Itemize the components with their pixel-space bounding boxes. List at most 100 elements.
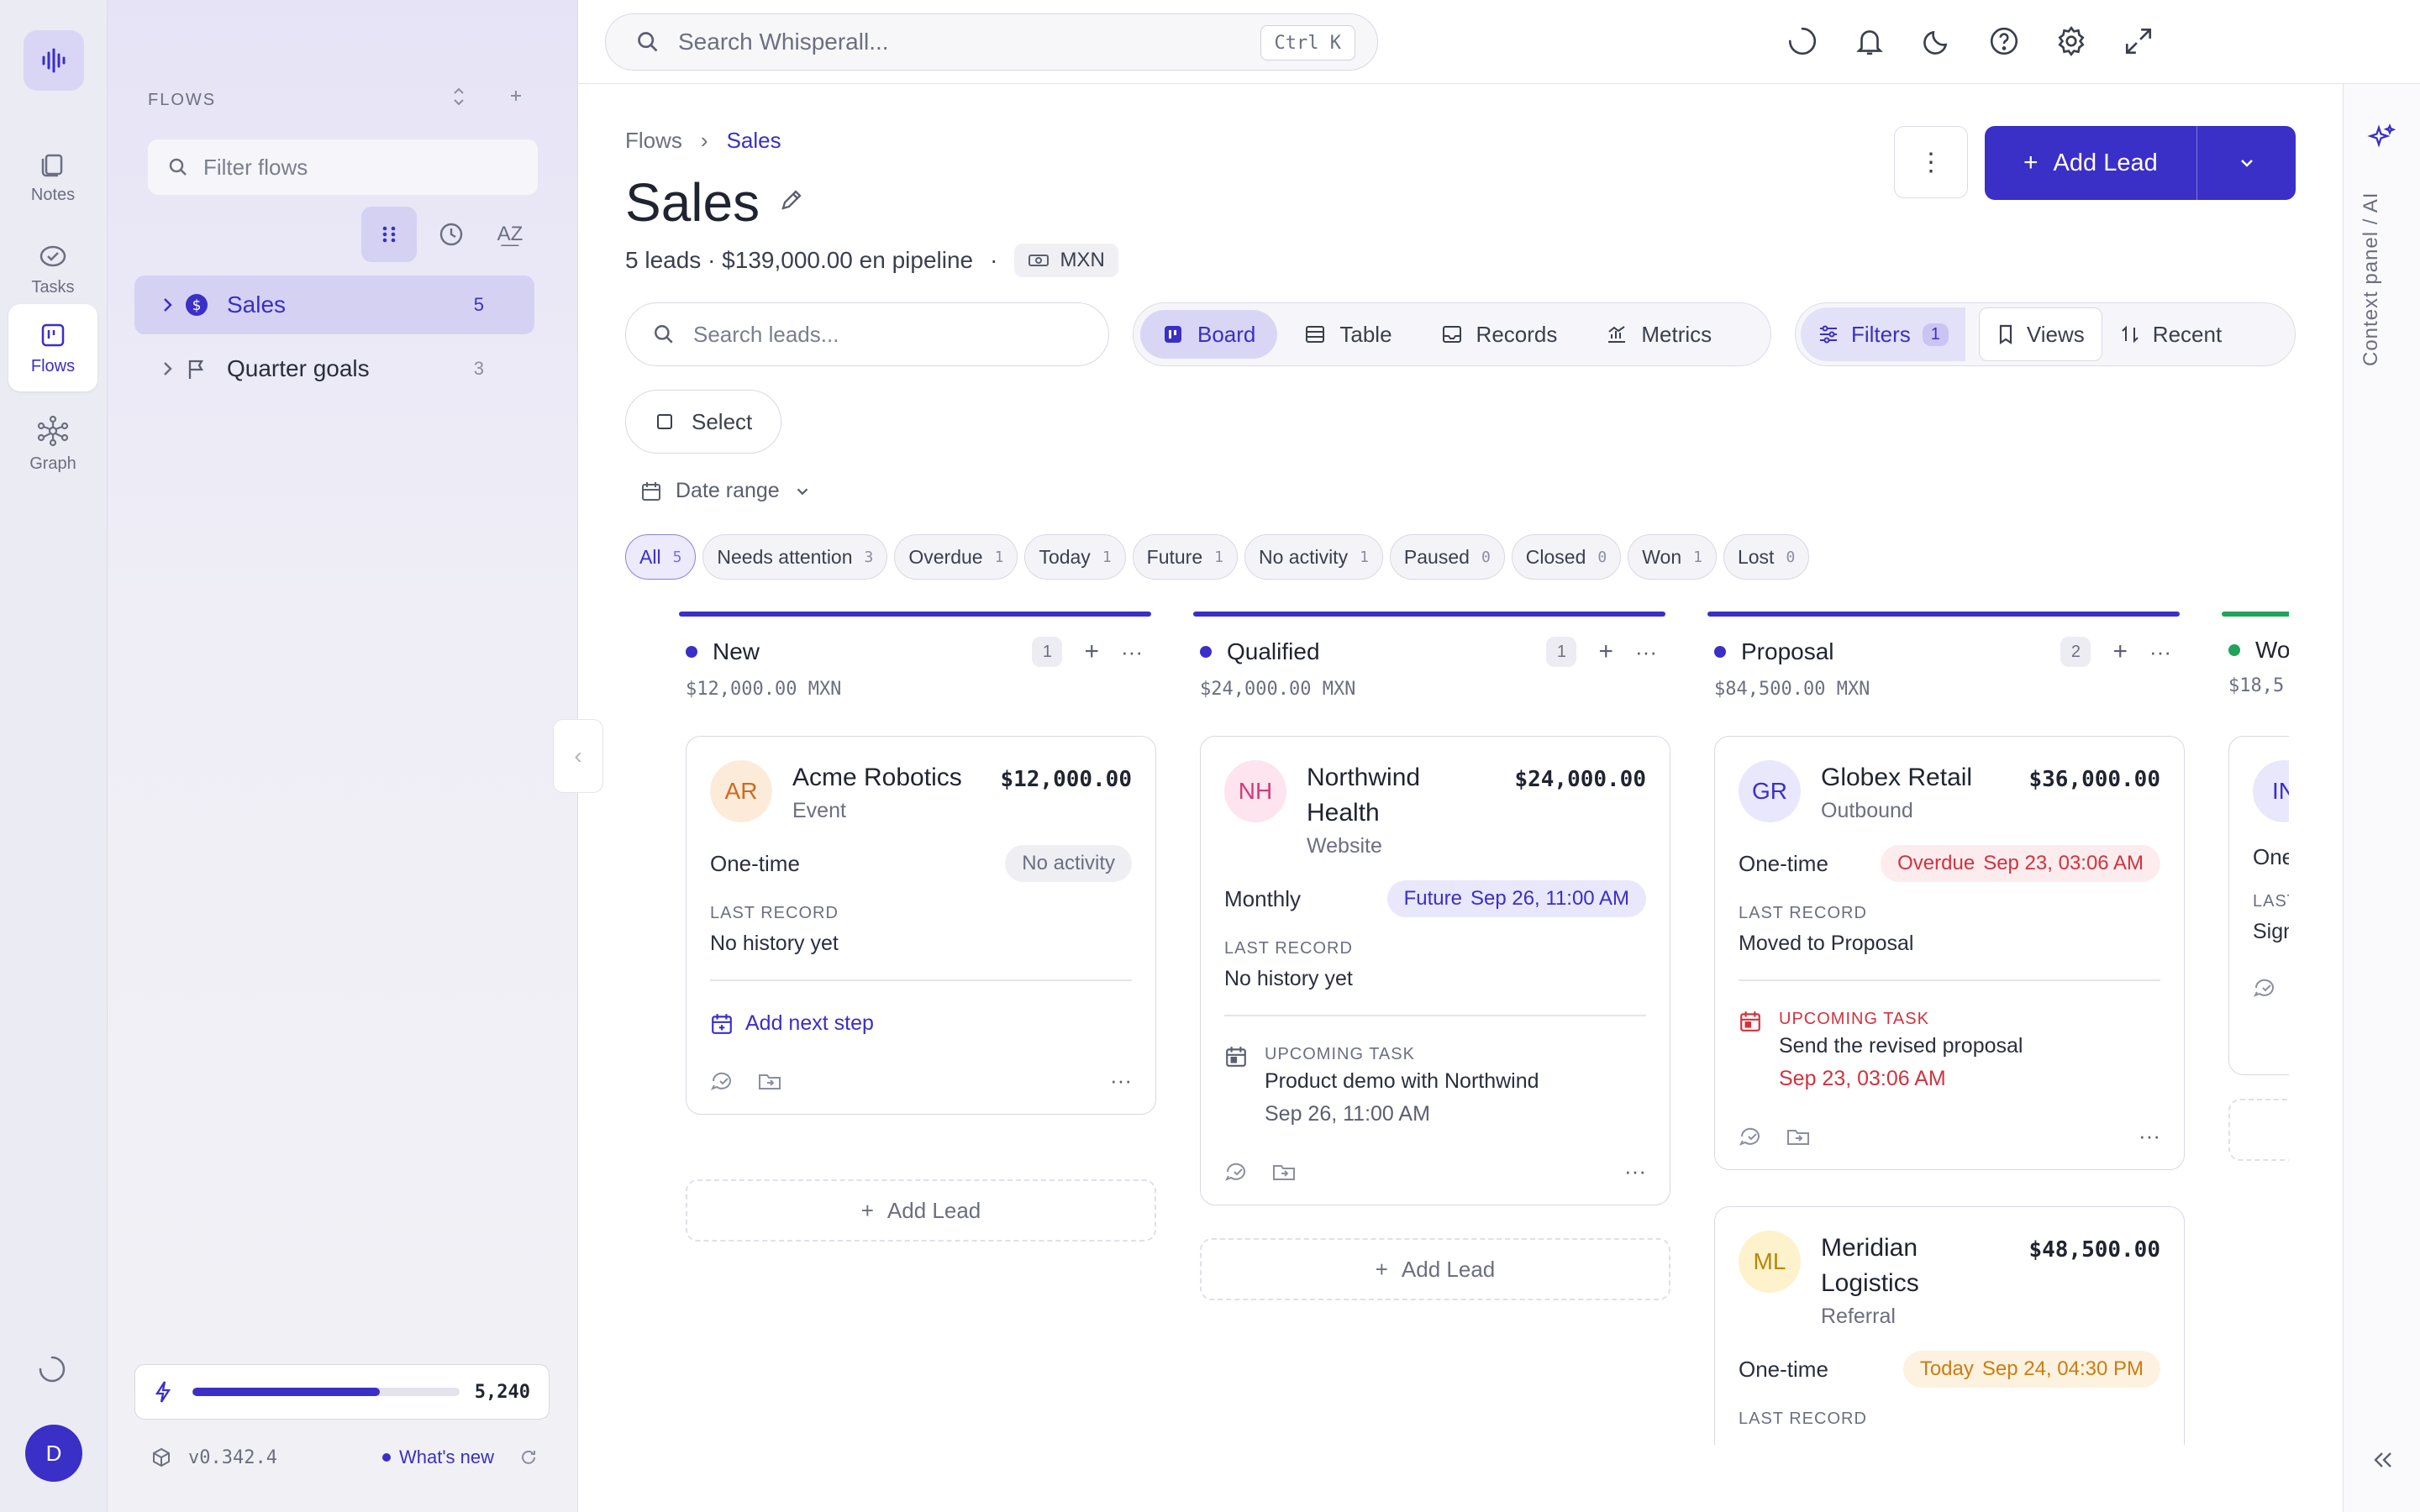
sort-alpha-button[interactable]: A͟Z bbox=[482, 207, 538, 262]
tab-records[interactable]: Records bbox=[1419, 310, 1580, 359]
chip-no-activity[interactable]: No activity 1 bbox=[1244, 534, 1383, 580]
collapse-sidebar-handle[interactable]: ‹ bbox=[553, 719, 603, 793]
sort-manual-button[interactable] bbox=[361, 207, 417, 262]
sync-spinner-icon[interactable] bbox=[1786, 25, 1818, 57]
edit-title-icon[interactable] bbox=[778, 186, 805, 213]
grip-icon bbox=[382, 226, 396, 243]
views-button[interactable]: Views bbox=[1978, 307, 2102, 361]
breadcrumb-sales[interactable]: Sales bbox=[727, 128, 781, 154]
folder-icon[interactable] bbox=[1271, 1160, 1297, 1184]
filter-flows-input[interactable]: Filter flows bbox=[148, 139, 538, 195]
rail-item-flows[interactable]: Flows bbox=[8, 304, 97, 391]
tab-metrics[interactable]: Metrics bbox=[1584, 310, 1733, 359]
lead-card-partial[interactable]: IN One LAST Sign bbox=[2228, 736, 2289, 1075]
chip-overdue[interactable]: Overdue 1 bbox=[894, 534, 1018, 580]
lead-card-globex-retail[interactable]: GR Globex Retail Outbound $36,000.00 One… bbox=[1714, 736, 2185, 1170]
column-add-icon[interactable]: + bbox=[2112, 638, 2128, 666]
recent-sort-button[interactable]: Recent bbox=[2102, 307, 2238, 361]
user-avatar[interactable]: D bbox=[25, 1425, 82, 1482]
upcoming-task[interactable]: UPCOMING TASK Product demo with Northwin… bbox=[1224, 1045, 1646, 1126]
select-button[interactable]: Select bbox=[625, 390, 781, 454]
column-total: $12,000.00 MXN bbox=[686, 679, 842, 700]
column-more-icon[interactable]: ··· bbox=[2149, 639, 2171, 665]
card-more-icon[interactable]: ··· bbox=[1624, 1158, 1646, 1184]
date-range-dropdown[interactable]: Date range bbox=[640, 479, 812, 503]
chip-count: 1 bbox=[1214, 548, 1223, 566]
chip-count: 0 bbox=[1786, 548, 1796, 566]
chip-future[interactable]: Future 1 bbox=[1132, 534, 1238, 580]
settings-gear-icon[interactable] bbox=[2055, 25, 2087, 57]
board-column-won: Wo $18,5 IN One LAST Sign bbox=[2222, 612, 2289, 1161]
moon-icon[interactable] bbox=[1921, 25, 1953, 57]
version-label: v0.342.4 bbox=[188, 1446, 277, 1468]
column-more-icon[interactable]: ··· bbox=[1635, 639, 1657, 665]
rail-item-tasks[interactable]: Tasks bbox=[8, 227, 97, 311]
card-more-icon[interactable]: ··· bbox=[1110, 1068, 1132, 1094]
lead-name: Globex Retail bbox=[1821, 764, 1973, 791]
folder-icon[interactable] bbox=[757, 1069, 782, 1093]
task-title: Product demo with Northwind bbox=[1265, 1069, 1539, 1093]
add-next-step-link[interactable]: Add next step bbox=[710, 1011, 1132, 1036]
card-more-icon[interactable]: ··· bbox=[2139, 1123, 2160, 1149]
refresh-icon[interactable] bbox=[519, 1448, 538, 1467]
add-lead-dropdown-button[interactable] bbox=[2196, 126, 2296, 200]
add-lead-to-column-button[interactable]: + Add Lead bbox=[686, 1179, 1156, 1242]
chip-count: 0 bbox=[1597, 548, 1607, 566]
sort-recent-button[interactable] bbox=[424, 207, 479, 262]
chip-closed[interactable]: Closed 0 bbox=[1511, 534, 1622, 580]
global-search-input[interactable]: Search Whisperall... Ctrl K bbox=[605, 13, 1378, 71]
bell-icon[interactable] bbox=[1854, 25, 1886, 57]
more-actions-button[interactable]: ⋮ bbox=[1894, 126, 1968, 198]
add-lead-button[interactable]: + Add Lead bbox=[1985, 126, 2196, 200]
lead-card-acme-robotics[interactable]: AR Acme Robotics Event $12,000.00 One-ti… bbox=[686, 736, 1156, 1115]
add-lead-to-column-button[interactable] bbox=[2228, 1099, 2289, 1161]
credits-meter[interactable]: 5,240 bbox=[134, 1364, 550, 1420]
chevrons-left-icon[interactable] bbox=[2369, 1446, 2396, 1473]
flow-item-quarter-goals[interactable]: Quarter goals 3 bbox=[134, 339, 534, 398]
add-lead-to-column-button[interactable]: + Add Lead bbox=[1200, 1238, 1670, 1300]
loading-spinner-icon bbox=[37, 1354, 67, 1384]
rail-item-graph[interactable]: Graph bbox=[8, 402, 97, 486]
tab-table[interactable]: Table bbox=[1282, 310, 1413, 359]
chip-won[interactable]: Won 1 bbox=[1628, 534, 1717, 580]
chip-lost[interactable]: Lost 0 bbox=[1723, 534, 1810, 580]
help-icon[interactable] bbox=[1988, 25, 2020, 57]
currency-code: MXN bbox=[1060, 249, 1105, 271]
chat-add-icon[interactable] bbox=[2253, 976, 2278, 1000]
chat-add-icon[interactable] bbox=[710, 1069, 735, 1093]
lead-avatar: GR bbox=[1739, 760, 1801, 822]
chat-add-icon[interactable] bbox=[1224, 1160, 1249, 1184]
upcoming-task[interactable]: UPCOMING TASK Send the revised proposal … bbox=[1739, 1010, 2160, 1091]
flow-name: Quarter goals bbox=[227, 355, 370, 381]
flows-sidebar: FLOWS Filter flows A͟Z $ Sales 5 Quarter… bbox=[108, 0, 578, 1512]
flow-item-sales[interactable]: $ Sales 5 bbox=[134, 276, 534, 334]
app-logo[interactable] bbox=[24, 30, 84, 91]
add-lead-split-button: + Add Lead bbox=[1985, 126, 2296, 200]
board-column-qualified: Qualified 1 + ··· $24,000.00 MXN NH Nort… bbox=[1193, 612, 1670, 1300]
column-add-icon[interactable]: + bbox=[1598, 638, 1613, 666]
sparkles-icon[interactable] bbox=[2367, 123, 2397, 153]
search-leads-input[interactable]: Search leads... bbox=[625, 302, 1109, 366]
chip-today[interactable]: Today 1 bbox=[1024, 534, 1126, 580]
upcoming-task-label: UPCOMING TASK bbox=[1779, 1010, 1929, 1028]
kanban-board: New 1 + ··· $12,000.00 MXN AR Acme Robot… bbox=[679, 612, 2289, 1445]
chat-add-icon[interactable] bbox=[1739, 1125, 1764, 1148]
shortcut-hint: Ctrl K bbox=[1260, 25, 1355, 60]
rail-item-notes[interactable]: Notes bbox=[8, 134, 97, 218]
lead-card-northwind-health[interactable]: NH Northwind Health Website $24,000.00 M… bbox=[1200, 736, 1670, 1205]
lead-card-meridian-logistics[interactable]: ML Meridian Logistics Referral $48,500.0… bbox=[1714, 1206, 2185, 1445]
whats-new-link[interactable]: What's new bbox=[381, 1446, 494, 1468]
breadcrumb-flows[interactable]: Flows bbox=[625, 128, 682, 154]
filters-button[interactable]: Filters 1 bbox=[1801, 307, 1965, 361]
folder-icon[interactable] bbox=[1786, 1125, 1811, 1148]
expand-icon[interactable] bbox=[2123, 25, 2154, 57]
tab-board[interactable]: Board bbox=[1140, 310, 1278, 359]
expand-collapse-icon[interactable] bbox=[452, 86, 466, 108]
add-flow-icon[interactable] bbox=[506, 86, 526, 106]
column-add-icon[interactable]: + bbox=[1084, 638, 1099, 666]
chip-paused[interactable]: Paused 0 bbox=[1389, 534, 1505, 580]
chip-needs-attention[interactable]: Needs attention 3 bbox=[702, 534, 888, 580]
column-more-icon[interactable]: ··· bbox=[1121, 639, 1143, 665]
column-total: $18,5 bbox=[2228, 675, 2285, 696]
chip-all[interactable]: All 5 bbox=[625, 534, 697, 580]
